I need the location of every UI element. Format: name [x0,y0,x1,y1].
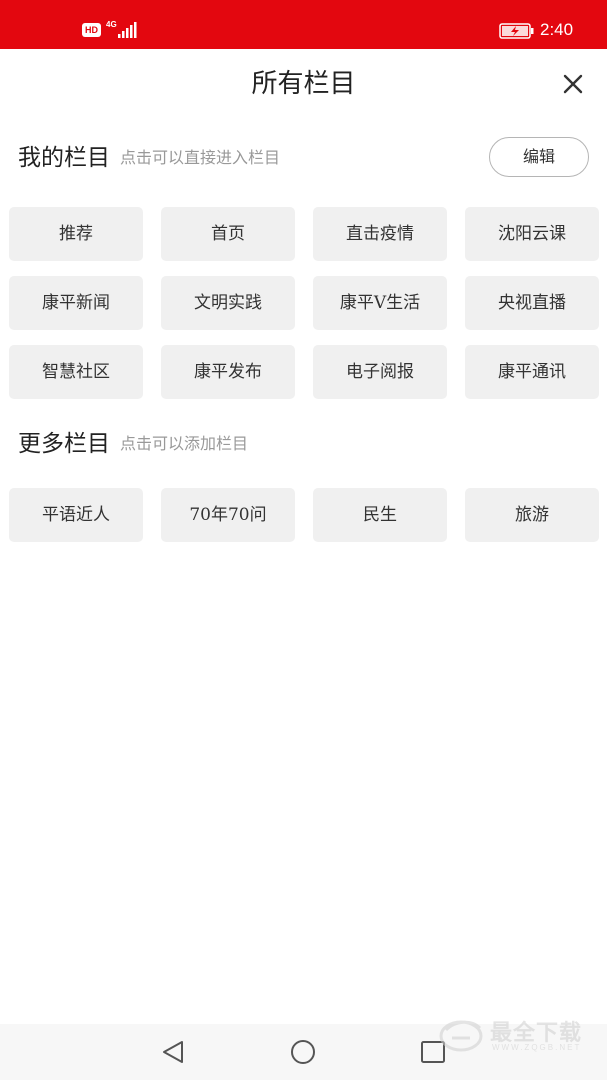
back-icon[interactable] [158,1038,188,1066]
add-channel-tile[interactable]: 旅游 [465,488,599,542]
channel-tile[interactable]: 康平新闻 [9,276,143,330]
my-channels-title: 我的栏目 [18,145,110,171]
channel-tile[interactable]: 推荐 [9,207,143,261]
channel-tile[interactable]: 康平通讯 [465,345,599,399]
channel-tile[interactable]: 沈阳云课 [465,207,599,261]
hd-badge: HD [82,23,101,37]
more-channels-hint: 点击可以添加栏目 [120,434,249,453]
more-channels-grid: 平语近人 70年70问 民生 旅游 [9,488,599,542]
edit-button[interactable]: 编辑 [489,137,589,177]
watermark: 最全下载 WWW.ZQGB.NET [438,1012,598,1058]
channel-tile[interactable]: 智慧社区 [9,345,143,399]
status-time: 2:40 [540,20,574,39]
more-channels-title: 更多栏目 [18,431,110,457]
my-channels-grid: 推荐 首页 直击疫情 沈阳云课 康平新闻 文明实践 康平V生活 央视直播 智慧社… [9,207,599,399]
channel-tile[interactable]: 康平V生活 [313,276,447,330]
home-icon[interactable] [288,1038,318,1066]
watermark-logo-icon [439,1020,483,1052]
channel-tile[interactable]: 首页 [161,207,295,261]
channel-tile[interactable]: 央视直播 [465,276,599,330]
my-channels-hint: 点击可以直接进入栏目 [120,148,281,167]
channel-tile[interactable]: 直击疫情 [313,207,447,261]
page-title: 所有栏目 [251,69,356,99]
app-screen: HD 4G 2:40 所有栏目 我的栏目点击可以直接进入栏目 编辑 推荐 首页 [0,0,607,1080]
add-channel-tile[interactable]: 平语近人 [9,488,143,542]
channel-tile[interactable]: 文明实践 [161,276,295,330]
add-channel-tile[interactable]: 70年70问 [161,488,295,542]
battery-charging-icon [499,23,534,39]
watermark-subtext: WWW.ZQGB.NET [492,1043,582,1052]
signal-icon [118,22,137,38]
more-channels-header: 更多栏目 点击可以添加栏目 [18,424,248,464]
channel-tile[interactable]: 康平发布 [161,345,295,399]
status-bar: HD 4G 2:40 [0,0,607,49]
channel-tile[interactable]: 电子阅报 [313,345,447,399]
add-channel-tile[interactable]: 民生 [313,488,447,542]
close-icon[interactable] [556,69,590,99]
header: 所有栏目 [0,49,607,119]
my-channels-header: 我的栏目 点击可以直接进入栏目 [18,138,280,178]
